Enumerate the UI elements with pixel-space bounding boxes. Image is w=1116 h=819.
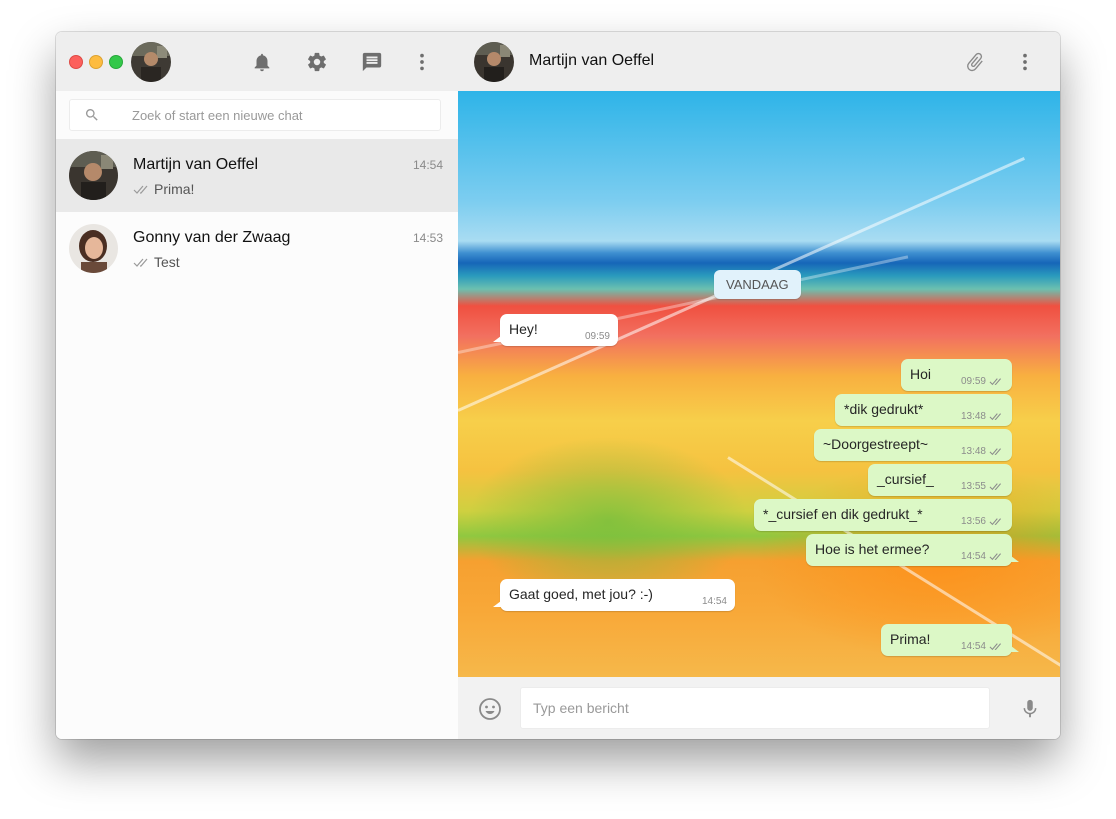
message-bubble-out[interactable]: Hoi 09:59: [901, 359, 1012, 391]
double-check-icon: [989, 518, 1001, 526]
chat-list: Martijn van Oeffel 14:54 Prima! Gonny va…: [56, 139, 458, 285]
double-check-icon: [989, 378, 1001, 386]
more-vert-icon[interactable]: [1014, 51, 1036, 73]
date-chip: VANDAAG: [714, 270, 801, 299]
contact-name: Martijn van Oeffel: [529, 52, 655, 69]
contact-avatar: [69, 224, 118, 273]
message-bubble-out[interactable]: Prima! 14:54: [881, 624, 1019, 656]
double-check-icon: [989, 413, 1001, 421]
chat-name: Gonny van der Zwaag: [133, 229, 291, 246]
search-box: [69, 99, 441, 131]
message-bubble-out[interactable]: ~Doorgestreept~ 13:48: [814, 429, 1012, 461]
message-text: Gaat goed, met jou? :-): [509, 586, 653, 602]
double-check-icon: [989, 643, 1001, 651]
chat-preview-text: Prima!: [154, 181, 195, 197]
message-bubble-in[interactable]: Hey! 09:59: [493, 314, 618, 346]
chat-preview-text: Test: [154, 254, 180, 270]
message-time: 14:54: [701, 596, 727, 607]
search-input[interactable]: [130, 104, 424, 126]
search-icon: [84, 107, 100, 123]
double-check-icon: [989, 553, 1001, 561]
minimize-window-button[interactable]: [89, 55, 103, 69]
zoom-window-button[interactable]: [109, 55, 123, 69]
message-bubble-out[interactable]: *_cursief en dik gedrukt_* 13:56: [754, 499, 1012, 531]
gear-icon[interactable]: [306, 51, 328, 73]
composer: [458, 677, 1060, 739]
chat-list-item[interactable]: Gonny van der Zwaag 14:53 Test: [56, 212, 458, 285]
double-check-icon: [989, 448, 1001, 456]
my-avatar[interactable]: [131, 42, 171, 82]
message-time: 09:59: [961, 376, 1004, 387]
sidebar-header: [56, 32, 458, 91]
contact-avatar[interactable]: [474, 42, 514, 82]
close-window-button[interactable]: [69, 55, 83, 69]
message-text: *_cursief en dik gedrukt_*: [763, 506, 923, 522]
message-text: ~Doorgestreept~: [823, 436, 929, 452]
message-text: Hoi: [910, 366, 932, 382]
microphone-icon[interactable]: [1019, 697, 1041, 721]
chat-time: 14:54: [412, 158, 443, 172]
message-time: 13:48: [961, 411, 1004, 422]
conversation-header[interactable]: Martijn van Oeffel: [458, 32, 1060, 91]
message-text: Prima!: [890, 631, 931, 647]
message-text: Hoe is het ermee?: [815, 541, 930, 557]
message-bubble-out[interactable]: *dik gedrukt* 13:48: [835, 394, 1012, 426]
contact-avatar: [69, 151, 118, 200]
chat-preview: Prima!: [133, 181, 194, 197]
message-text: _cursief_: [877, 471, 934, 487]
emoji-icon[interactable]: [478, 697, 502, 721]
message-area[interactable]: VANDAAG Hey! 09:59 Hoi 09:59 *dik gedruk…: [458, 91, 1060, 677]
message-bubble-out[interactable]: _cursief_ 13:55: [868, 464, 1012, 496]
search-bar: [56, 91, 458, 139]
message-bubble-out[interactable]: Hoe is het ermee? 14:54: [806, 534, 1019, 566]
message-text: Hey!: [509, 321, 538, 337]
chat-preview: Test: [133, 254, 180, 270]
more-vert-icon[interactable]: [411, 51, 433, 73]
message-time: 13:55: [961, 481, 1004, 492]
paperclip-icon[interactable]: [964, 51, 986, 73]
double-check-icon: [133, 185, 148, 194]
chat-list-item[interactable]: Martijn van Oeffel 14:54 Prima!: [56, 139, 458, 212]
double-check-icon: [133, 258, 148, 267]
chat-time: 14:53: [412, 231, 443, 245]
sidebar: Martijn van Oeffel 14:54 Prima! Gonny v: [56, 32, 459, 739]
message-time: 14:54: [961, 641, 1004, 652]
message-time: 13:48: [961, 446, 1004, 457]
message-time: 09:59: [584, 331, 610, 342]
double-check-icon: [989, 483, 1001, 491]
message-time: 13:56: [961, 516, 1004, 527]
message-text: *dik gedrukt*: [844, 401, 924, 417]
message-bubble-in[interactable]: Gaat goed, met jou? :-) 14:54: [493, 579, 735, 611]
app-window: Martijn van Oeffel 14:54 Prima! Gonny v: [56, 32, 1060, 739]
new-chat-icon[interactable]: [361, 51, 383, 73]
conversation-pane: Martijn van Oeffel VANDAAG Hey! 09:59 Ho…: [458, 32, 1060, 739]
chat-name: Martijn van Oeffel: [133, 156, 259, 173]
bell-icon[interactable]: [251, 51, 273, 73]
message-time: 14:54: [961, 551, 1004, 562]
message-input[interactable]: [520, 687, 990, 729]
